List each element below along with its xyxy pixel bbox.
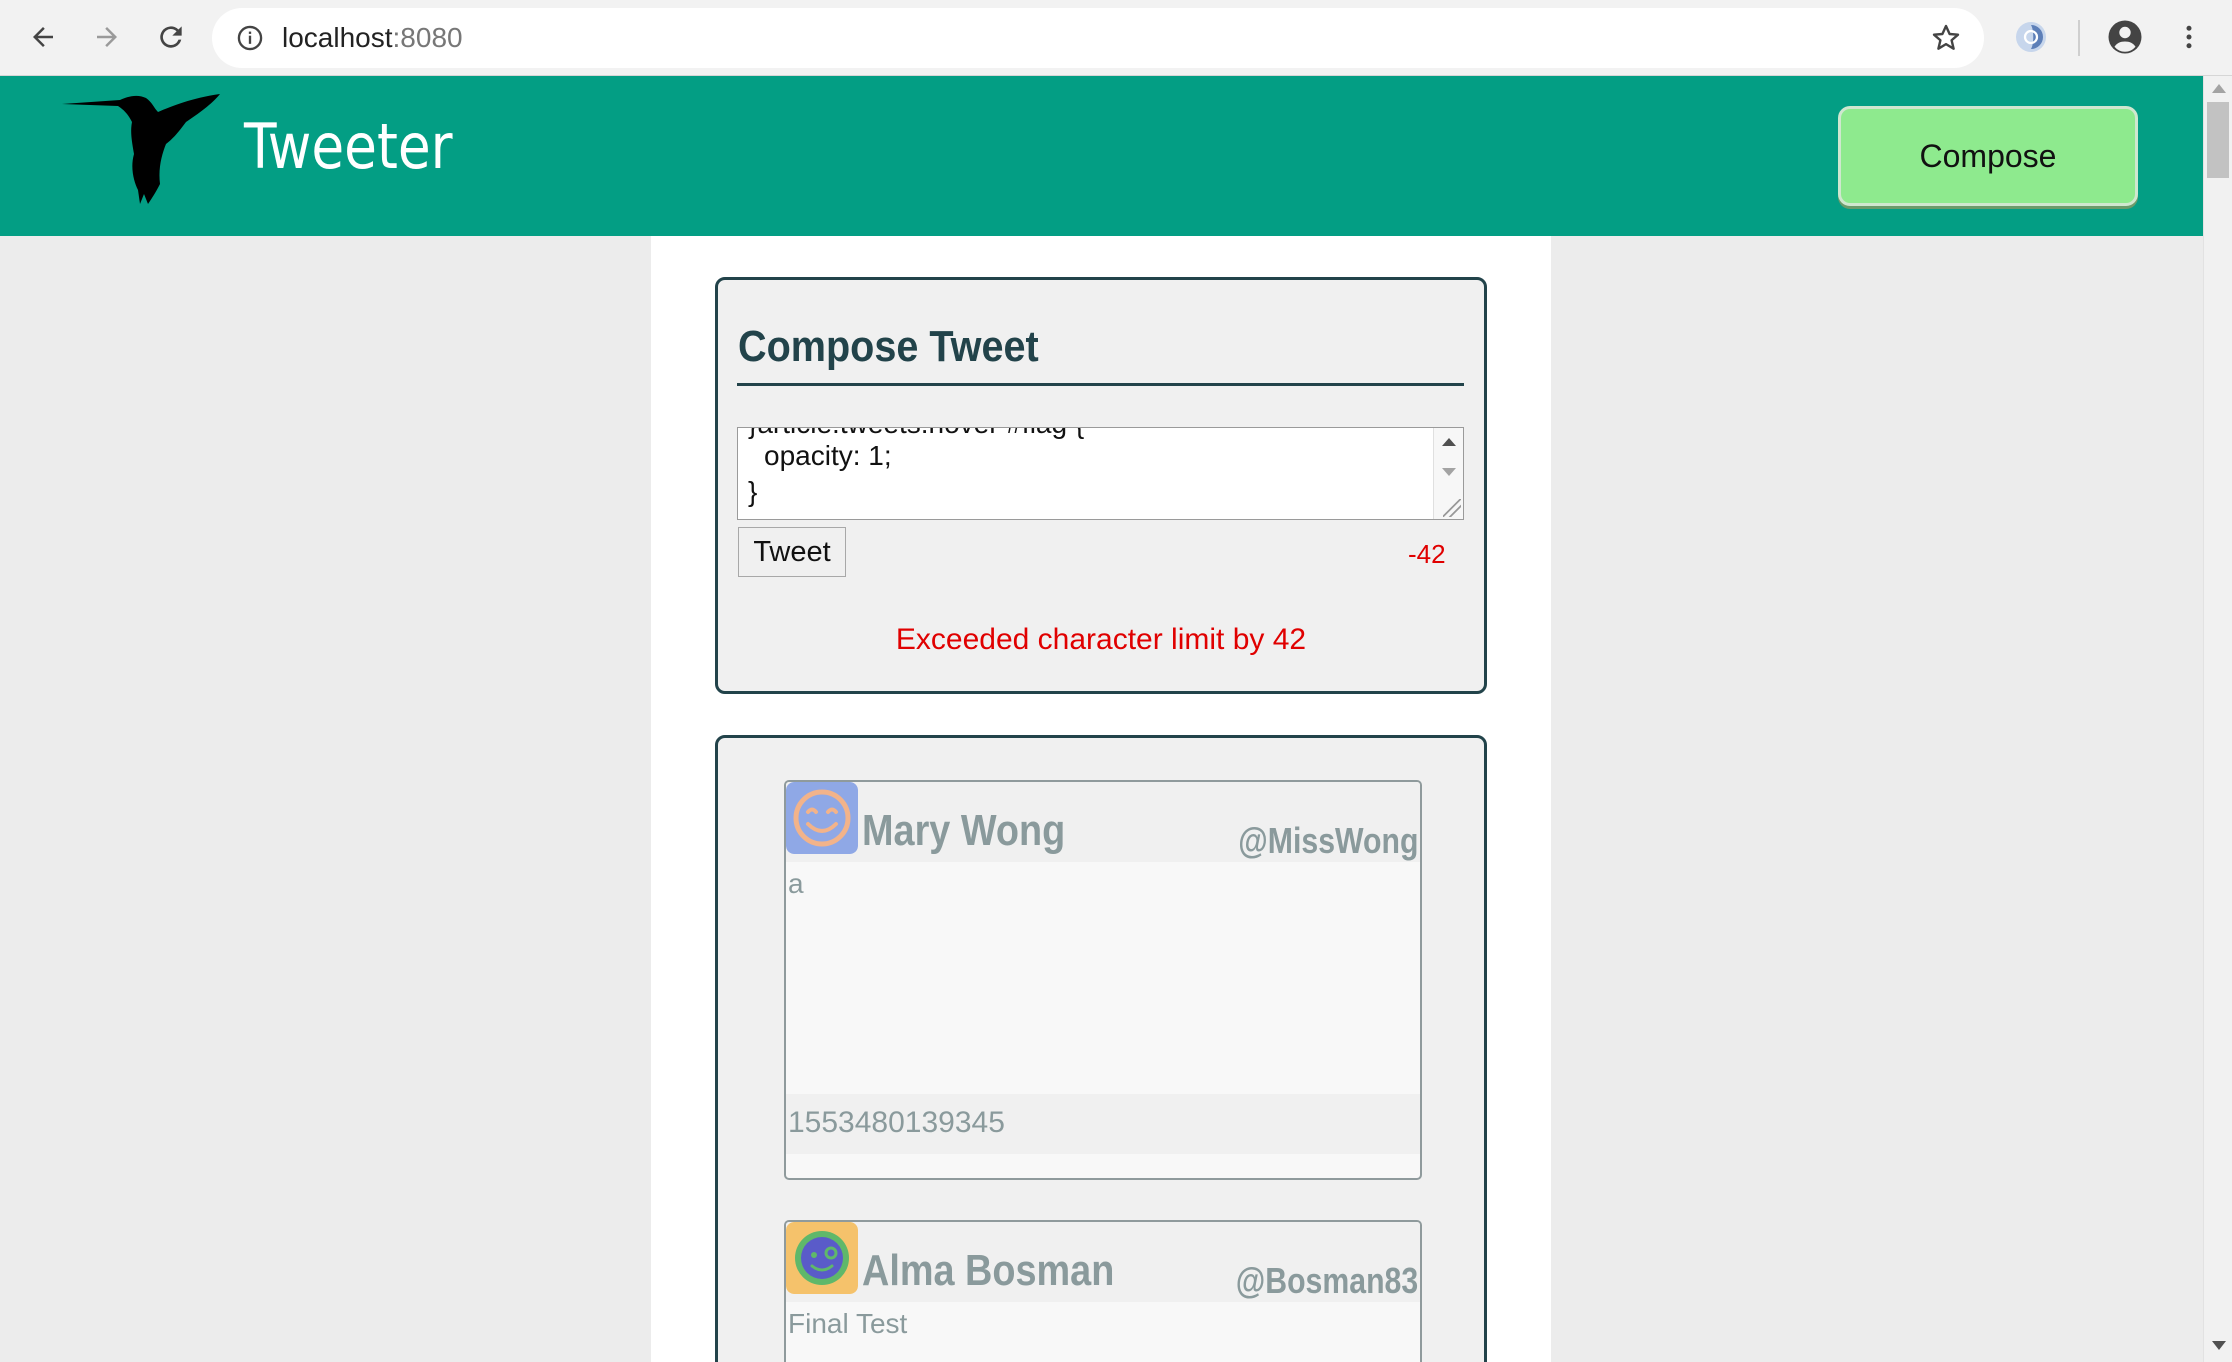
scroll-thumb[interactable]	[2207, 102, 2229, 178]
url-port: :8080	[392, 22, 463, 53]
compose-button[interactable]: Compose	[1838, 106, 2138, 206]
reload-button[interactable]	[146, 12, 196, 62]
textarea-line: opacity: 1;	[764, 440, 892, 471]
tweet-author-handle: @Bosman83	[1235, 1260, 1418, 1301]
scroll-up-arrow[interactable]	[2212, 84, 2226, 93]
tweet-author-name: Mary Wong	[862, 806, 1066, 855]
winking-face-icon	[786, 1222, 858, 1294]
textarea-line: }article.tweets:hover #flag {	[748, 428, 1084, 440]
scroll-down-arrow[interactable]	[2212, 1341, 2226, 1350]
more-vert-icon	[2186, 25, 2192, 49]
browser-toolbar: localhost:8080	[0, 0, 2232, 76]
account-circle-icon	[2108, 20, 2142, 54]
tweet-button[interactable]: Tweet	[738, 527, 846, 577]
textarea-line: }	[748, 476, 758, 507]
resize-grip-icon[interactable]	[1443, 499, 1461, 517]
reload-icon	[160, 26, 182, 48]
tweet-author-handle: @MissWong	[1237, 820, 1418, 861]
textarea-scroll-down[interactable]	[1442, 468, 1456, 476]
title-divider	[737, 383, 1464, 386]
smiley-face-icon	[786, 782, 858, 854]
tweet-card: Mary Wong @MissWong a 1553480139345	[784, 780, 1422, 1180]
forward-button[interactable]	[82, 12, 132, 62]
url-host: localhost	[282, 22, 393, 53]
error-message: Exceeded character limit by 42	[895, 623, 1307, 656]
character-counter: -42	[1408, 539, 1446, 569]
app-title: Tweeter	[244, 110, 453, 183]
tweet-feed: Mary Wong @MissWong a 1553480139345 Alma…	[715, 735, 1487, 1362]
arrow-left-icon	[33, 27, 53, 47]
tweet-card: Alma Bosman @Bosman83 Final Test	[784, 1220, 1422, 1362]
tweet-text: Final Test	[788, 1308, 908, 1339]
tweet-timestamp: 1553480139345	[788, 1106, 1005, 1139]
info-icon[interactable]	[236, 24, 264, 52]
arrow-right-icon	[97, 27, 117, 47]
page-scrollbar[interactable]	[2203, 76, 2232, 1362]
extension-icon	[2016, 22, 2046, 52]
textarea-scroll-up[interactable]	[1442, 438, 1456, 446]
app-header: Tweeter Compose	[0, 76, 2203, 236]
toolbar-divider	[2078, 20, 2080, 56]
tweet-textarea[interactable]: }article.tweets:hover #flag { opacity: 1…	[737, 427, 1464, 520]
tweet-text: a	[788, 868, 804, 899]
hummingbird-logo-icon	[62, 94, 220, 204]
menu-button[interactable]	[2164, 12, 2214, 62]
bookmark-star-icon[interactable]	[1930, 22, 1962, 54]
compose-title: Compose Tweet	[738, 322, 1039, 371]
tweet-footer: 1553480139345	[786, 1094, 1420, 1154]
address-bar[interactable]: localhost:8080	[212, 8, 1984, 68]
back-button[interactable]	[18, 12, 68, 62]
compose-tweet-panel: Compose Tweet }article.tweets:hover #fla…	[715, 277, 1487, 694]
profile-button[interactable]	[2100, 12, 2150, 62]
tweet-author-name: Alma Bosman	[862, 1246, 1115, 1295]
extension-button[interactable]	[2006, 12, 2056, 62]
url-text: localhost:8080	[282, 22, 463, 54]
